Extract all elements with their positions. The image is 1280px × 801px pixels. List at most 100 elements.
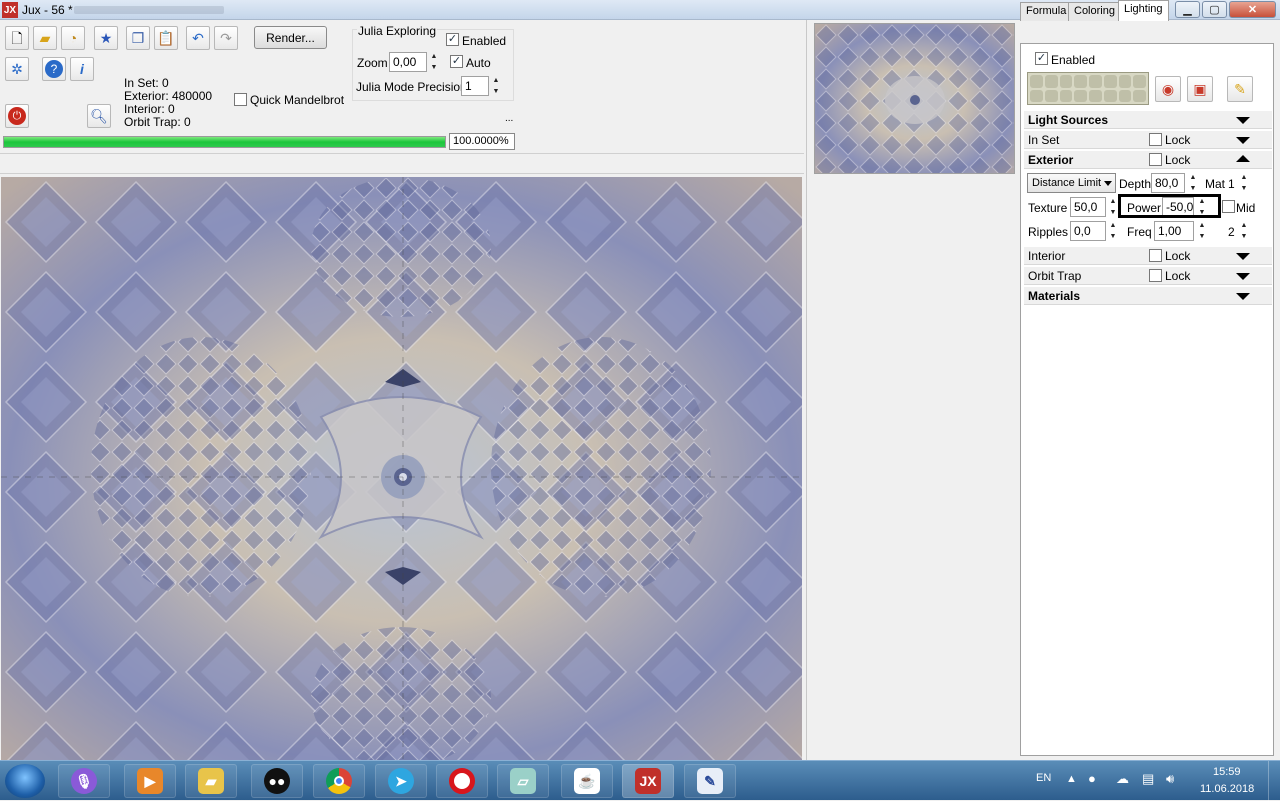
- zoom-input[interactable]: 0,00: [389, 52, 427, 72]
- tab-formula[interactable]: Formula: [1020, 2, 1073, 21]
- ripples-spinner[interactable]: ▲ ▼: [1106, 221, 1120, 241]
- section-light-sources-title: Light Sources: [1028, 113, 1109, 127]
- show-desktop-button[interactable]: [1268, 761, 1280, 801]
- section-materials[interactable]: Materials: [1024, 287, 1272, 305]
- light-camera-button[interactable]: ▣: [1187, 76, 1213, 102]
- settings-button[interactable]: ✲: [5, 57, 29, 81]
- tab-coloring[interactable]: Coloring: [1068, 2, 1121, 21]
- section-orbit-trap[interactable]: Orbit Trap Lock: [1024, 267, 1272, 285]
- copy-button[interactable]: ❐: [126, 26, 150, 50]
- notes-icon: ▱: [510, 768, 536, 794]
- orbit-trap-lock-checkbox[interactable]: [1149, 269, 1162, 282]
- tray-network-icon[interactable]: ▤: [1142, 771, 1154, 787]
- julia-precision-input[interactable]: 1: [461, 76, 489, 96]
- mat-spinner[interactable]: ▲ ▼: [1237, 173, 1251, 193]
- section-materials-title: Materials: [1028, 289, 1081, 303]
- tab-lighting[interactable]: Lighting: [1118, 0, 1169, 21]
- taskbar-media-player[interactable]: ▶: [124, 764, 176, 798]
- in-set-lock-checkbox[interactable]: [1149, 133, 1162, 146]
- taskbar-opera[interactable]: [436, 764, 488, 798]
- open-button[interactable]: ▰: [33, 26, 57, 50]
- taskbar-panda-app[interactable]: ●●: [251, 764, 303, 798]
- tray-cloud-icon[interactable]: ☁: [1116, 771, 1129, 787]
- taskbar-chrome[interactable]: [313, 764, 365, 798]
- light-clear-button[interactable]: ✎: [1227, 76, 1253, 102]
- light-view-button[interactable]: ◉: [1155, 76, 1181, 102]
- stat-orbit-trap: Orbit Trap: 0: [124, 115, 191, 129]
- zoom-tool-button[interactable]: 🔍︎: [87, 104, 111, 128]
- exterior-method-value: Distance Limit: [1032, 177, 1102, 189]
- info-button[interactable]: i: [70, 57, 94, 81]
- lighting-enabled-checkbox[interactable]: ✓: [1035, 52, 1048, 65]
- mat-value[interactable]: 1: [1228, 177, 1235, 191]
- close-button[interactable]: ✕: [1229, 1, 1276, 18]
- maximize-button[interactable]: ▢: [1202, 1, 1227, 18]
- taskbar-notes-app[interactable]: ▱: [497, 764, 549, 798]
- section-orbit-trap-title: Orbit Trap: [1028, 269, 1082, 283]
- section-in-set[interactable]: In Set Lock: [1024, 131, 1272, 149]
- tray-time[interactable]: 15:59: [1213, 766, 1241, 778]
- zoom-spinner[interactable]: ▲ ▼: [427, 52, 441, 72]
- power-icon: ⏻: [8, 107, 26, 125]
- redo-button[interactable]: ↷: [214, 26, 238, 50]
- telegram-icon: ➤: [388, 768, 414, 794]
- taskbar-paint-app[interactable]: ✎: [684, 764, 736, 798]
- paste-button[interactable]: 📋: [154, 26, 178, 50]
- open-recent-button[interactable]: ◔: [61, 26, 85, 50]
- render-button[interactable]: Render...: [254, 26, 327, 49]
- fractal-canvas[interactable]: [1, 177, 802, 760]
- texture-input[interactable]: 50,0: [1070, 197, 1106, 217]
- tray-expand-icon[interactable]: ▲: [1066, 773, 1077, 785]
- tray-language[interactable]: EN: [1036, 772, 1051, 784]
- depth-spinner[interactable]: ▲ ▼: [1186, 173, 1200, 193]
- chevron-down-icon: [1236, 137, 1250, 144]
- light-preset-palette[interactable]: [1027, 72, 1149, 105]
- render-progress-value: 100.0000%: [449, 133, 515, 150]
- taskbar-explorer[interactable]: ▰: [185, 764, 237, 798]
- julia-enabled-checkbox[interactable]: ✓: [446, 33, 459, 46]
- save-button[interactable]: ★: [94, 26, 118, 50]
- undo-button[interactable]: ↶: [186, 26, 210, 50]
- taskbar-voice-app[interactable]: 🎙︎: [58, 764, 110, 798]
- julia-precision-spinner[interactable]: ▲ ▼: [489, 76, 503, 96]
- depth-input[interactable]: 80,0: [1151, 173, 1185, 193]
- interior-lock-checkbox[interactable]: [1149, 249, 1162, 262]
- stat-exterior: Exterior: 480000: [124, 89, 213, 103]
- folder-icon: ▰: [198, 768, 224, 794]
- section-interior[interactable]: Interior Lock: [1024, 247, 1272, 265]
- section-light-sources[interactable]: Light Sources: [1024, 111, 1272, 129]
- fractal-image: [1, 177, 802, 760]
- quick-mandelbrot-checkbox[interactable]: [234, 93, 247, 106]
- power-highlight-box: [1118, 194, 1221, 218]
- camera-light-icon: ▣: [1193, 81, 1207, 97]
- freq-spinner[interactable]: ▲ ▼: [1195, 221, 1209, 241]
- taskbar-jux[interactable]: JX: [622, 764, 674, 798]
- dropdown-arrow-icon: [1104, 181, 1112, 186]
- mid-checkbox[interactable]: [1222, 200, 1235, 213]
- mat-label: Mat: [1205, 177, 1226, 191]
- exterior-lock-checkbox[interactable]: [1149, 153, 1162, 166]
- new-file-button[interactable]: 🗋: [5, 26, 29, 50]
- tray-volume-icon[interactable]: 🔊︎: [1166, 771, 1174, 787]
- freq2-value[interactable]: 2: [1228, 225, 1235, 239]
- auto-checkbox[interactable]: ✓: [450, 55, 463, 68]
- tray-panda-icon[interactable]: ●: [1088, 771, 1096, 786]
- power-button[interactable]: ⏻: [5, 104, 29, 128]
- paste-icon: 📋: [157, 30, 175, 46]
- chevron-down-icon: [1236, 117, 1250, 124]
- start-button[interactable]: [5, 764, 45, 798]
- zoom-label: Zoom: [357, 56, 388, 70]
- exterior-method-dropdown[interactable]: Distance Limit: [1027, 173, 1116, 193]
- preview-thumbnail[interactable]: [814, 23, 1015, 174]
- freq2-spinner[interactable]: ▲ ▼: [1237, 221, 1251, 241]
- tray-date[interactable]: 11.06.2018: [1200, 783, 1254, 795]
- help-button[interactable]: ?: [42, 57, 66, 81]
- broom-icon: ✎: [1234, 81, 1246, 97]
- taskbar-java[interactable]: ☕: [561, 764, 613, 798]
- minimize-button[interactable]: ▁: [1175, 1, 1200, 18]
- freq-input[interactable]: 1,00: [1154, 221, 1194, 241]
- section-exterior[interactable]: Exterior Lock: [1024, 151, 1272, 169]
- taskbar-telegram[interactable]: ➤: [375, 764, 427, 798]
- ripples-input[interactable]: 0,0: [1070, 221, 1106, 241]
- texture-label: Texture: [1028, 201, 1068, 215]
